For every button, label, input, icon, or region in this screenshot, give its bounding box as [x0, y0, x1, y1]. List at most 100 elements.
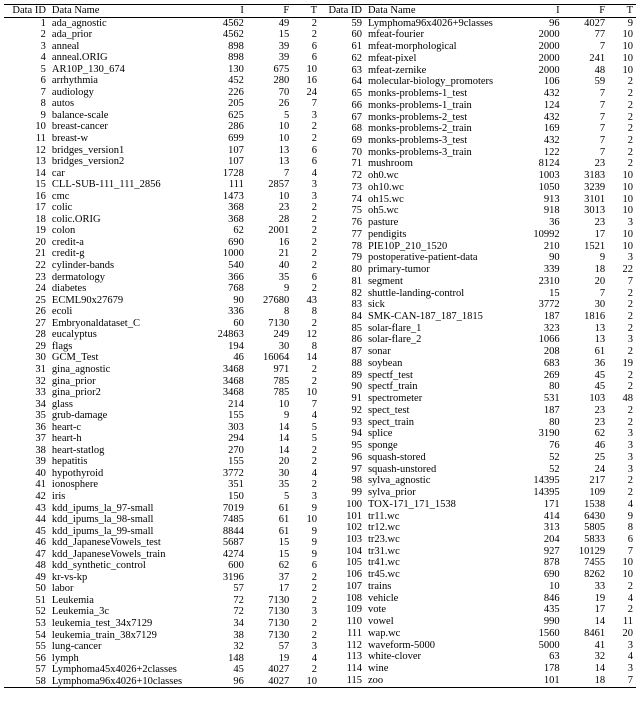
table-row: 79postoperative-patient-data9093	[320, 252, 636, 264]
cell-name: molecular-biology_promoters	[365, 76, 517, 88]
cell-t: 2	[608, 417, 636, 429]
table-row: 107trains10332	[320, 581, 636, 593]
cell-f: 37	[247, 572, 292, 584]
table-row: 32gina_prior34687852	[4, 376, 320, 388]
cell-i: 898	[202, 41, 247, 53]
cell-t: 2	[292, 595, 320, 607]
cell-i: 294	[202, 433, 247, 445]
cell-f: 61	[563, 346, 609, 358]
table-row: 84SMK-CAN-187_187_181518718162	[320, 311, 636, 323]
col-header-t: T	[292, 5, 320, 18]
cell-name: sonar	[365, 346, 517, 358]
cell-i: 5000	[517, 639, 563, 651]
cell-name: heart-c	[49, 422, 202, 434]
cell-t: 2	[292, 214, 320, 226]
table-row: 72oh0.wc1003318310	[320, 170, 636, 182]
cell-name: monks-problems-1_train	[365, 100, 517, 112]
cell-name: zoo	[365, 675, 517, 688]
table-row: 42iris15053	[4, 491, 320, 503]
cell-f: 61	[247, 503, 292, 515]
cell-name: glass	[49, 399, 202, 411]
cell-i: 898	[202, 52, 247, 64]
table-row: 92spect_test187232	[320, 405, 636, 417]
cell-id: 8	[4, 98, 49, 110]
cell-i: 194	[202, 341, 247, 353]
table-row: 71mushroom8124232	[320, 158, 636, 170]
cell-i: 96	[202, 676, 247, 688]
cell-name: gina_agnostic	[49, 364, 202, 376]
cell-t: 2	[292, 664, 320, 676]
cell-t: 2	[292, 630, 320, 642]
cell-id: 4	[4, 52, 49, 64]
table-row: 63mfeat-zernike20004810	[320, 65, 636, 77]
cell-id: 71	[320, 158, 365, 170]
cell-name: credit-g	[49, 248, 202, 260]
cell-name: lymph	[49, 653, 202, 665]
cell-i: 38	[202, 630, 247, 642]
cell-id: 16	[4, 191, 49, 203]
cell-t: 2	[608, 311, 636, 323]
table-row: 52Leukemia_3c7271303	[4, 606, 320, 618]
cell-f: 7130	[247, 318, 292, 330]
cell-f: 20	[563, 276, 609, 288]
cell-t: 2	[292, 572, 320, 584]
cell-id: 31	[4, 364, 49, 376]
table-row: 13bridges_version2107136	[4, 156, 320, 168]
table-row: 36heart-c303145	[4, 422, 320, 434]
cell-f: 61	[247, 526, 292, 538]
cell-name: oh10.wc	[365, 182, 517, 194]
cell-id: 41	[4, 479, 49, 491]
cell-i: 14395	[517, 475, 563, 487]
cell-id: 114	[320, 663, 365, 675]
cell-t: 48	[608, 393, 636, 405]
cell-name: ECML90x27679	[49, 295, 202, 307]
cell-f: 7455	[563, 557, 609, 569]
cell-name: monks-problems-3_train	[365, 147, 517, 159]
cell-id: 1	[4, 17, 49, 29]
table-row: 110vowel9901411	[320, 616, 636, 628]
cell-id: 101	[320, 510, 365, 522]
cell-i: 15	[517, 287, 563, 299]
cell-f: 10	[247, 191, 292, 203]
cell-t: 3	[292, 606, 320, 618]
cell-id: 24	[4, 283, 49, 295]
cell-name: colon	[49, 225, 202, 237]
table-row: 115zoo101187	[320, 675, 636, 688]
cell-i: 46	[202, 352, 247, 364]
cell-id: 105	[320, 557, 365, 569]
cell-f: 62	[563, 428, 609, 440]
cell-f: 32	[563, 651, 609, 663]
table-row: 38heart-statlog270142	[4, 445, 320, 457]
cell-name: oh5.wc	[365, 205, 517, 217]
cell-i: 148	[202, 653, 247, 665]
table-row: 17colic368232	[4, 202, 320, 214]
cell-id: 6	[4, 75, 49, 87]
cell-t: 9	[608, 510, 636, 522]
table-row: 103tr23.wc20458336	[320, 534, 636, 546]
cell-i: 62	[202, 225, 247, 237]
cell-id: 27	[4, 318, 49, 330]
cell-t: 10	[292, 676, 320, 688]
cell-name: waveform-5000	[365, 639, 517, 651]
cell-id: 25	[4, 295, 49, 307]
cell-f: 9	[247, 410, 292, 422]
cell-t: 4	[292, 168, 320, 180]
cell-f: 48	[563, 65, 609, 77]
cell-f: 109	[563, 487, 609, 499]
table-row: 94splice3190623	[320, 428, 636, 440]
cell-id: 38	[4, 445, 49, 457]
cell-f: 10	[247, 399, 292, 411]
cell-t: 9	[292, 549, 320, 561]
table-row: 29flags194308	[4, 341, 320, 353]
table-row: 4anneal.ORIG898396	[4, 52, 320, 64]
cell-name: eucalyptus	[49, 329, 202, 341]
cell-id: 64	[320, 76, 365, 88]
cell-f: 13	[563, 323, 609, 335]
cell-name: dermatology	[49, 272, 202, 284]
table-row: 33gina_prior2346878510	[4, 387, 320, 399]
cell-i: 1560	[517, 628, 563, 640]
cell-t: 3	[608, 663, 636, 675]
cell-name: hepatitis	[49, 456, 202, 468]
table-row: 105tr41.wc878745510	[320, 557, 636, 569]
table-row: 73oh10.wc1050323910	[320, 182, 636, 194]
